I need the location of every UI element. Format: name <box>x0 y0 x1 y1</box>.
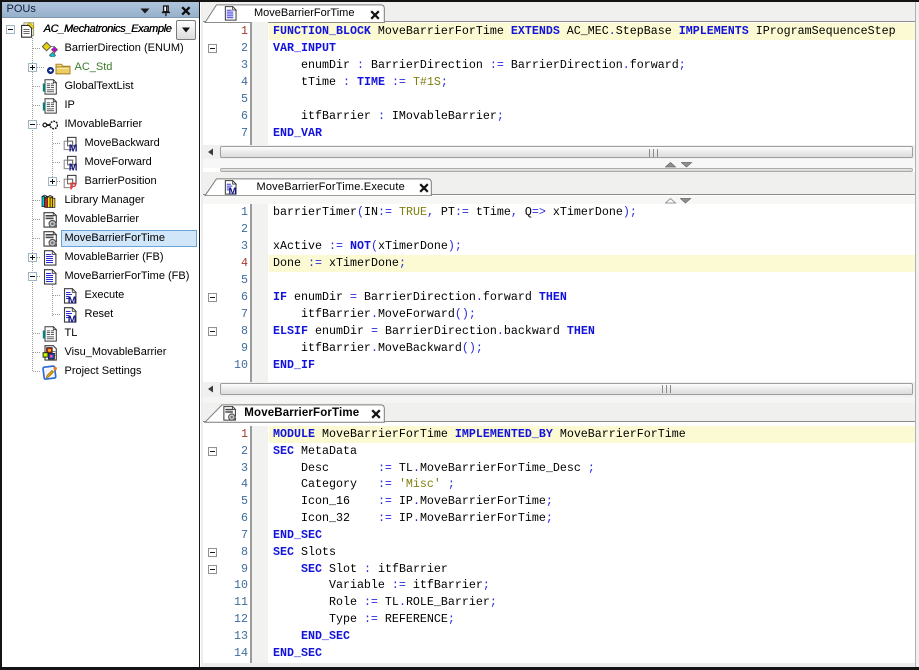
svg-text:M: M <box>68 161 77 170</box>
svg-text:P: P <box>69 180 76 189</box>
svg-text:M: M <box>68 142 77 151</box>
